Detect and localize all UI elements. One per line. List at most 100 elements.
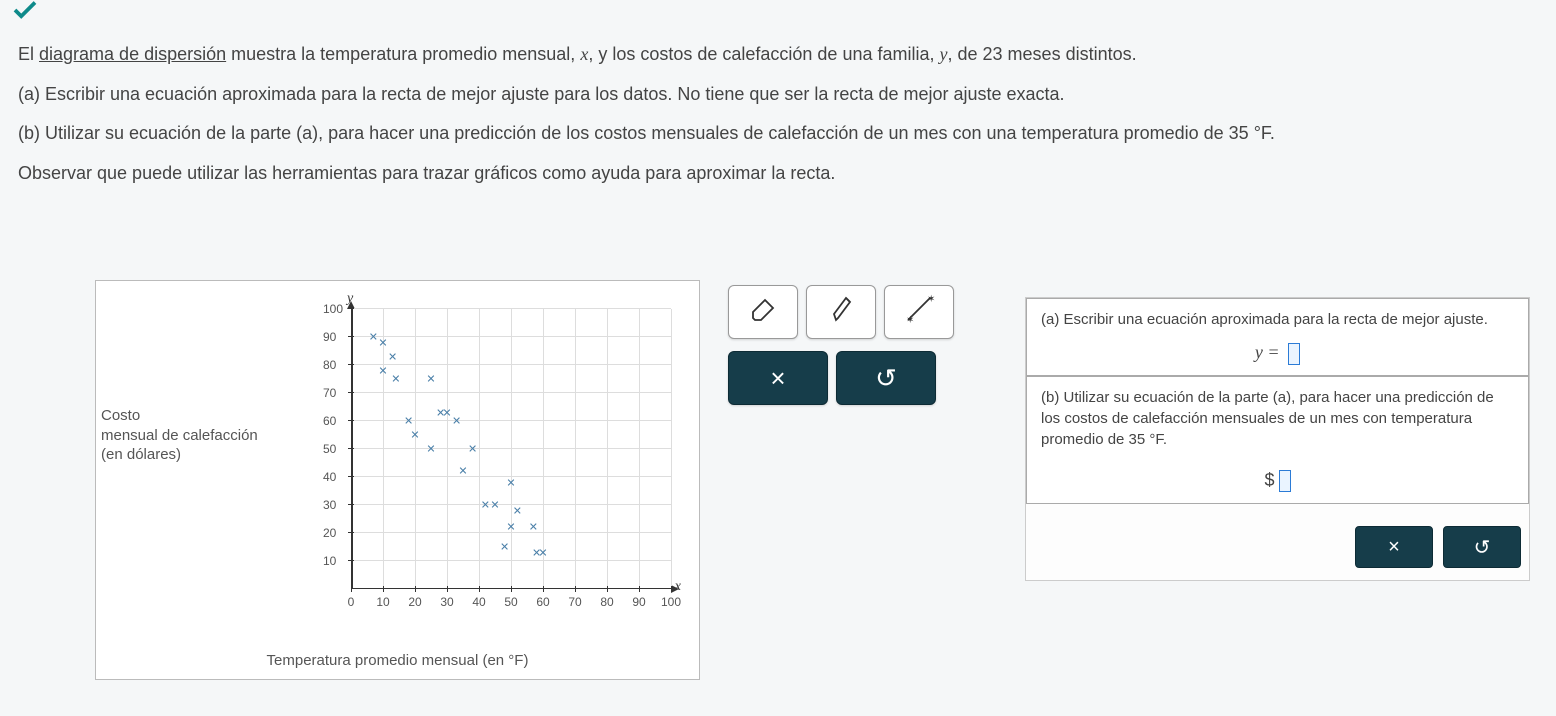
- data-point: ✕: [404, 415, 413, 428]
- problem-statement: El diagrama de dispersión muestra la tem…: [18, 35, 1546, 193]
- data-point: ✕: [500, 541, 509, 554]
- answer-panel: (a) Escribir una ecuación aproximada par…: [1025, 297, 1530, 581]
- cost-input[interactable]: [1279, 470, 1291, 492]
- tick-x: [639, 586, 640, 592]
- tick-y: [348, 420, 354, 421]
- gridline-h: [351, 392, 671, 393]
- tick-x: [447, 586, 448, 592]
- var-y: y: [940, 44, 948, 64]
- data-point: ✕: [490, 499, 499, 512]
- tick-x: [543, 586, 544, 592]
- part-b-line: (b) Utilizar su ecuación de la parte (a)…: [18, 114, 1546, 154]
- eraser-icon: [748, 297, 778, 328]
- tick-label-y: 100: [323, 302, 343, 316]
- tick-x: [671, 586, 672, 592]
- data-point: ✕: [378, 364, 387, 377]
- gridline-v: [447, 309, 448, 589]
- data-point: ✕: [458, 465, 467, 478]
- tick-label-y: 90: [323, 330, 336, 344]
- data-point: ✕: [506, 521, 515, 534]
- tick-x: [479, 586, 480, 592]
- gridline-v: [575, 309, 576, 589]
- tick-label-x: 20: [408, 595, 421, 609]
- tick-label-x: 0: [348, 595, 355, 609]
- tick-y: [348, 364, 354, 365]
- close-icon: ×: [1388, 536, 1400, 559]
- tick-label-x: 10: [376, 595, 389, 609]
- data-point: ✕: [481, 499, 490, 512]
- tick-y: [348, 560, 354, 561]
- intro-prefix: El: [18, 44, 39, 64]
- y-axis: [351, 309, 353, 589]
- chart-workspace[interactable]: Costo mensual de calefacción (en dólares…: [95, 280, 700, 680]
- tick-label-x: 80: [600, 595, 613, 609]
- intro-suffix: muestra la temperatura promedio mensual,: [226, 44, 580, 64]
- chart-area[interactable]: y x 010203040506070809010010203040506070…: [326, 289, 686, 619]
- tick-y: [348, 476, 354, 477]
- gridline-h: [351, 448, 671, 449]
- plot-region[interactable]: y x 010203040506070809010010203040506070…: [351, 309, 671, 589]
- y-axis-title: Costo mensual de calefacción (en dólares…: [101, 406, 301, 465]
- tick-y: [348, 308, 354, 309]
- intro-end: , de 23 meses distintos.: [948, 44, 1137, 64]
- data-point: ✕: [513, 504, 522, 517]
- equation-input[interactable]: [1288, 343, 1300, 365]
- data-point: ✕: [426, 443, 435, 456]
- gridline-v: [671, 309, 672, 589]
- scatter-diagram-link[interactable]: diagrama de dispersión: [39, 44, 226, 64]
- tick-x: [607, 586, 608, 592]
- data-point: ✕: [442, 406, 451, 419]
- line-tool[interactable]: ✶✶: [884, 285, 954, 339]
- x-axis-title: Temperatura promedio mensual (en °F): [96, 652, 699, 669]
- panel-cancel-button[interactable]: ×: [1355, 526, 1433, 568]
- tick-x: [383, 586, 384, 592]
- intro-line: El diagrama de dispersión muestra la tem…: [18, 35, 1546, 75]
- tick-label-y: 50: [323, 442, 336, 456]
- gridline-v: [415, 309, 416, 589]
- tick-y: [348, 392, 354, 393]
- gridline-h: [351, 504, 671, 505]
- data-point: ✕: [468, 443, 477, 456]
- gridline-v: [479, 309, 480, 589]
- tick-label-x: 60: [536, 595, 549, 609]
- note-line: Observar que puede utilizar las herramie…: [18, 154, 1546, 194]
- gridline-h: [351, 308, 671, 309]
- drawing-tools: ✶✶ × ↺: [728, 285, 973, 417]
- gridline-h: [351, 560, 671, 561]
- pencil-tool[interactable]: [806, 285, 876, 339]
- tick-label-y: 20: [323, 526, 336, 540]
- tick-y: [348, 448, 354, 449]
- tick-y: [348, 336, 354, 337]
- dollar-prefix: $: [1264, 470, 1274, 490]
- data-point: ✕: [506, 476, 515, 489]
- redo-icon: ↺: [1474, 535, 1491, 560]
- tick-x: [351, 586, 352, 592]
- tick-y: [348, 532, 354, 533]
- ylab-line-3: (en dólares): [101, 445, 301, 465]
- gridline-h: [351, 420, 671, 421]
- answer-a-text: (a) Escribir una ecuación aproximada par…: [1041, 309, 1514, 330]
- tick-label-y: 60: [323, 414, 336, 428]
- tick-label-y: 80: [323, 358, 336, 372]
- completed-check-icon: [10, 0, 40, 25]
- tick-label-y: 10: [323, 554, 336, 568]
- line-icon: ✶✶: [903, 293, 935, 332]
- reset-button[interactable]: ↺: [836, 351, 936, 405]
- ylab-line-1: Costo: [101, 406, 301, 426]
- dollar-row: $: [1041, 468, 1514, 493]
- gridline-v: [639, 309, 640, 589]
- tick-label-y: 70: [323, 386, 336, 400]
- tick-label-x: 90: [632, 595, 645, 609]
- panel-redo-button[interactable]: ↺: [1443, 526, 1521, 568]
- tick-y: [348, 504, 354, 505]
- gridline-v: [607, 309, 608, 589]
- tick-x: [415, 586, 416, 592]
- tick-label-x: 70: [568, 595, 581, 609]
- eraser-tool[interactable]: [728, 285, 798, 339]
- panel-action-row: × ↺: [1026, 518, 1529, 576]
- clear-button[interactable]: ×: [728, 351, 828, 405]
- x-axis-arrow-icon: [671, 585, 679, 593]
- part-a-line: (a) Escribir una ecuación aproximada par…: [18, 75, 1546, 115]
- close-icon: ×: [770, 363, 785, 394]
- svg-text:✶: ✶: [906, 315, 914, 325]
